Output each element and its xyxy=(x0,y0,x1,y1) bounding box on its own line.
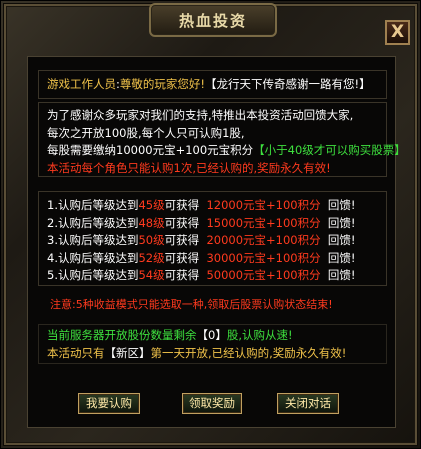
reward-post: 回馈! xyxy=(327,250,356,265)
newserver-post: 第一天开放,已经认购的,奖励永久有效! xyxy=(150,345,347,360)
newserver-pre: 本活动只有 xyxy=(47,345,105,360)
reward-pre: 认购后等级达到 xyxy=(57,198,139,212)
reward-amount: 30000元宝+100积分 xyxy=(206,250,321,265)
status-box: 当前服务器开放股份数量剩余【0】股,认购从速! 本活动只有【新区】第一天开放,已… xyxy=(38,324,387,364)
reward-index: 4. xyxy=(47,250,58,265)
dialog-title: 热血投资 xyxy=(178,12,247,30)
intro-line-2: 每次之开放100股,每个人只可认购1股, xyxy=(47,125,245,140)
reward-amount: 50000元宝+100积分 xyxy=(206,268,321,282)
claim-reward-button[interactable]: 领取奖励 xyxy=(182,393,242,414)
salute-text: 尊敬的玩家您好! xyxy=(119,77,205,91)
reward-level: 50级 xyxy=(138,233,165,247)
buy-button[interactable]: 我要认购 xyxy=(78,393,140,414)
greeting-box: 游戏工作人员:尊敬的玩家您好!【龙行天下传奇感谢一路有您!】 xyxy=(38,70,387,99)
remaining-count: 【0】 xyxy=(196,328,227,342)
newserver-line: 本活动只有【新区】第一天开放,已经认购的,奖励永久有效! xyxy=(47,345,386,363)
status-pre: 当前服务器开放股份数量剩余 xyxy=(47,328,197,342)
reward-index: 5. xyxy=(47,268,58,282)
staff-label: 游戏工作人员 xyxy=(47,77,116,91)
reward-amount: 20000元宝+100积分 xyxy=(206,233,321,247)
reward-mid: 可获得 xyxy=(164,250,200,265)
intro-line-3: 每股需要缴纳10000元宝+100元宝积分【小于40级才可以购买股票】 xyxy=(47,142,406,160)
note-text: 注意:5种收益模式只能选取一种,领取后股票认购状态结束! xyxy=(50,298,333,311)
reward-index: 1. xyxy=(47,198,58,212)
intro-price: 每股需要缴纳10000元宝+100元宝积分 xyxy=(47,143,254,157)
reward-index: 2. xyxy=(47,215,58,230)
intro-level-note: 【小于40级才可以购买股票】 xyxy=(253,143,406,157)
reward-pre: 认购后等级达到 xyxy=(57,268,139,282)
intro-box: 为了感谢众多玩家对我们的支持,特推出本投资活动回馈大家, 每次之开放100股,每… xyxy=(38,102,406,177)
thanks-text: 【龙行天下传奇感谢一路有您!】 xyxy=(204,77,371,91)
reward-row: 1.认购后等级达到45级可获得 12000元宝+100积分 回馈! xyxy=(47,197,386,215)
dialog-frame: 热血投资 X 游戏工作人员:尊敬的玩家您好!【龙行天下传奇感谢一路有您!】 为了… xyxy=(0,0,421,449)
status-post: 股,认购从速! xyxy=(226,328,293,342)
close-x-button[interactable]: X xyxy=(385,20,410,45)
reward-post: 回馈! xyxy=(327,268,356,282)
reward-level: 48级 xyxy=(138,215,165,230)
reward-level: 45级 xyxy=(138,198,165,212)
intro-warning: 本活动每个角色只能认购1次,已经认购的,奖励永久有效! xyxy=(47,160,331,175)
reward-mid: 可获得 xyxy=(164,233,200,247)
content-panel: 游戏工作人员:尊敬的玩家您好!【龙行天下传奇感谢一路有您!】 为了感谢众多玩家对… xyxy=(27,56,406,428)
reward-mid: 可获得 xyxy=(164,215,200,230)
reward-mid: 可获得 xyxy=(164,268,200,282)
reward-index: 3. xyxy=(47,233,58,247)
reward-post: 回馈! xyxy=(327,198,356,212)
reward-mid: 可获得 xyxy=(164,198,200,212)
reward-post: 回馈! xyxy=(327,215,356,230)
reward-level: 54级 xyxy=(138,268,165,282)
status-line: 当前服务器开放股份数量剩余【0】股,认购从速! xyxy=(47,327,386,345)
reward-row: 5.认购后等级达到54级可获得 50000元宝+100积分 回馈! xyxy=(47,267,386,285)
greeting-line: 游戏工作人员:尊敬的玩家您好!【龙行天下传奇感谢一路有您!】 xyxy=(47,76,386,94)
reward-row: 2.认购后等级达到48级可获得 15000元宝+100积分 回馈! xyxy=(47,215,386,233)
newserver-region: 【新区】 xyxy=(104,345,151,360)
reward-row: 3.认购后等级达到50级可获得 20000元宝+100积分 回馈! xyxy=(47,232,386,250)
close-dialog-button[interactable]: 关闭对话 xyxy=(277,393,339,414)
title-plate: 热血投资 xyxy=(149,3,277,37)
reward-pre: 认购后等级达到 xyxy=(57,250,139,265)
rewards-box: 1.认购后等级达到45级可获得 12000元宝+100积分 回馈! 2.认购后等… xyxy=(38,191,387,286)
reward-level: 52级 xyxy=(138,250,165,265)
reward-pre: 认购后等级达到 xyxy=(57,233,139,247)
reward-pre: 认购后等级达到 xyxy=(57,215,139,230)
reward-amount: 15000元宝+100积分 xyxy=(206,215,321,230)
intro-line-1: 为了感谢众多玩家对我们的支持,特推出本投资活动回馈大家, xyxy=(47,108,354,122)
reward-row: 4.认购后等级达到52级可获得 30000元宝+100积分 回馈! xyxy=(47,250,386,268)
reward-amount: 12000元宝+100积分 xyxy=(206,198,321,212)
reward-post: 回馈! xyxy=(327,233,356,247)
